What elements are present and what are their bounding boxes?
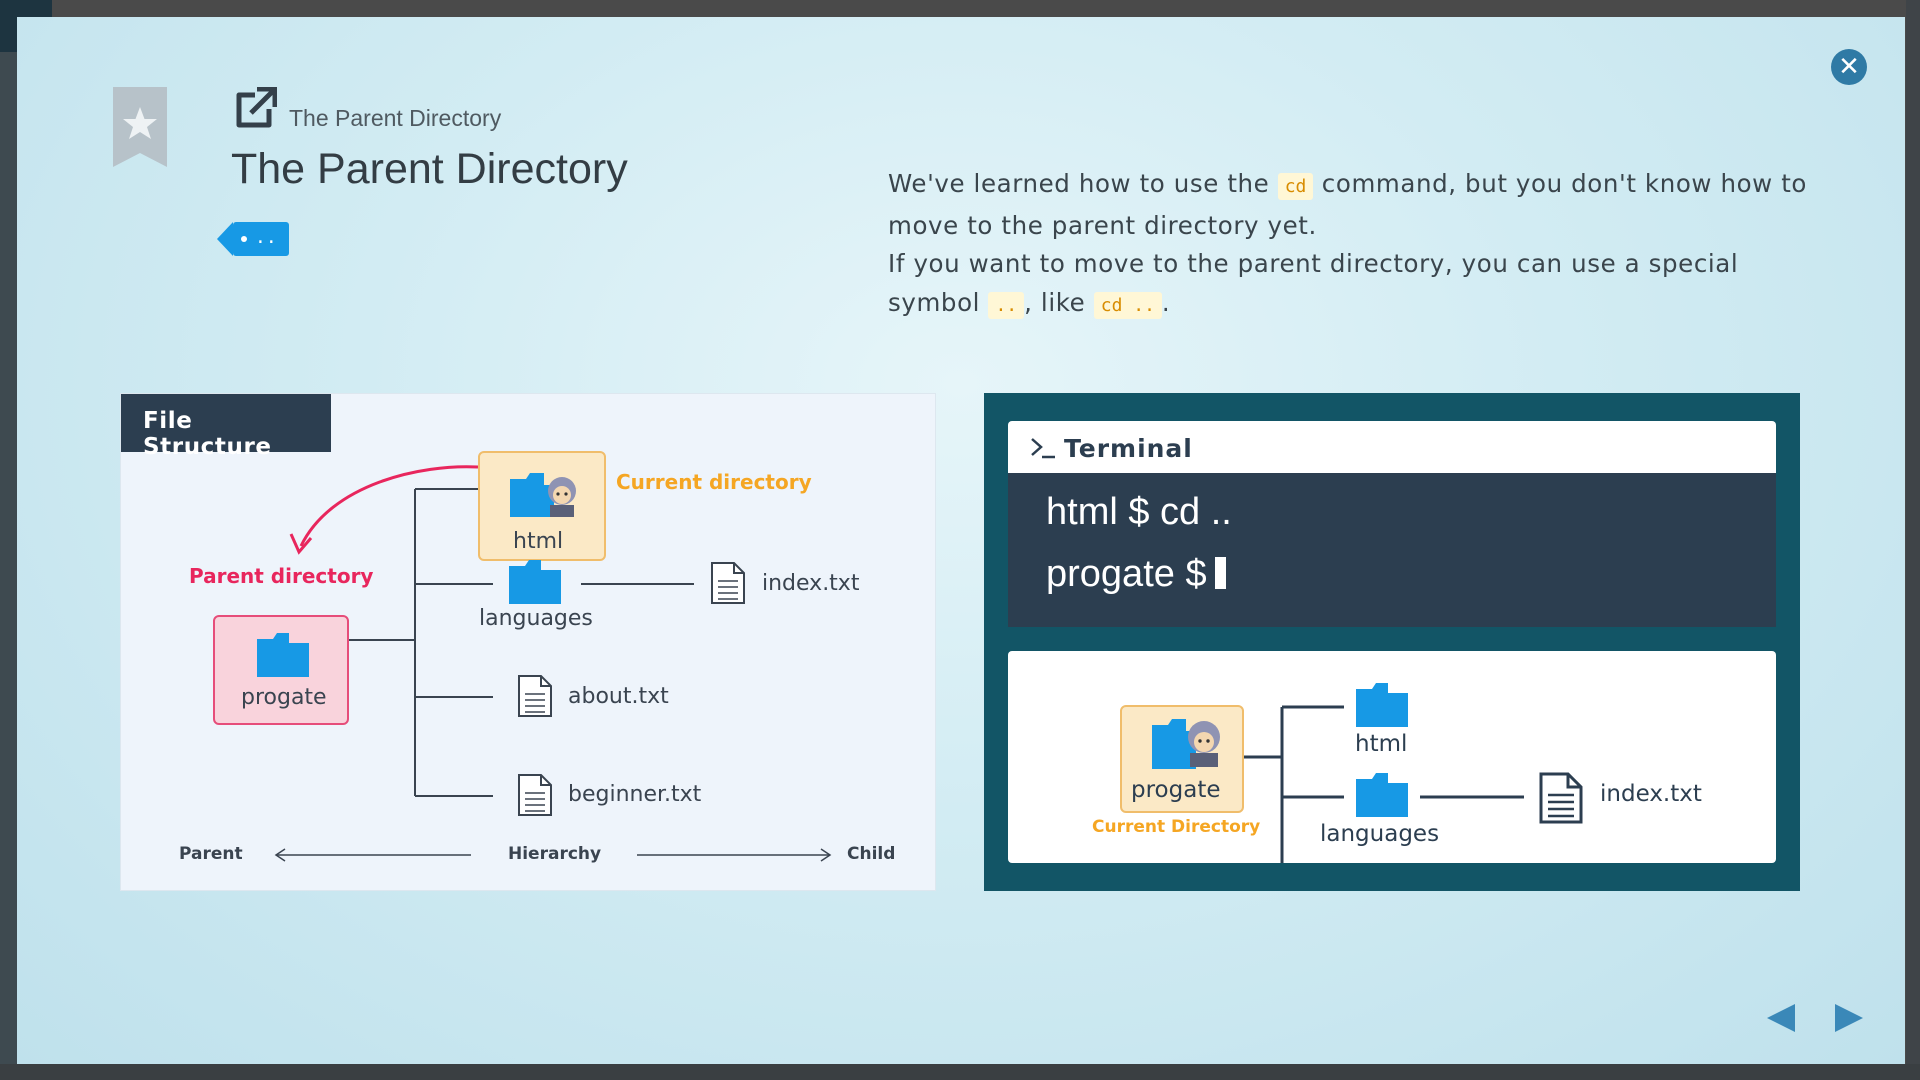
current-directory-label: Current directory <box>616 470 812 494</box>
page-title: The Parent Directory <box>231 145 628 193</box>
terminal-window: Terminal html $ cd .. progate $ <box>1008 421 1776 627</box>
folder-icon <box>509 560 561 604</box>
parent-directory-label: Parent directory <box>189 564 374 588</box>
beginner-file-label: beginner.txt <box>568 782 702 807</box>
backdrop-bottom-bar <box>0 1064 1920 1080</box>
about-file-label: about.txt <box>568 684 669 709</box>
terminal-directory-diagram: progate Current Directory html languages… <box>1008 651 1776 863</box>
file-structure-panel: File Structure html Current directory Pa… <box>120 393 936 891</box>
terminal-prompt-icon <box>1031 438 1055 459</box>
languages-folder-label: languages <box>479 606 593 631</box>
terminal-panel: Terminal html $ cd .. progate $ progate … <box>984 393 1800 891</box>
desc-text: . <box>1161 287 1171 317</box>
folder-icon <box>1356 683 1408 727</box>
progate-folder-box: progate <box>1120 705 1244 813</box>
file-structure-header: File Structure <box>121 394 331 460</box>
keyword-tag: .. <box>217 222 289 256</box>
axis-parent-label: Parent <box>179 844 243 864</box>
desc-text: , like <box>1024 287 1094 317</box>
description: We've learned how to use the cd command,… <box>888 165 1818 325</box>
backdrop-left <box>0 0 18 1080</box>
axis-child-label: Child <box>847 844 896 864</box>
inline-code: cd <box>1277 173 1314 200</box>
progate-folder-label: progate <box>1131 777 1221 803</box>
slide-modal: ✕ The Parent Directory The Parent Direct… <box>17 17 1905 1064</box>
html-folder-box: html <box>478 451 606 561</box>
html-folder-label: html <box>513 529 564 554</box>
triangle-left-icon[interactable] <box>1763 1001 1799 1035</box>
tag-label: .. <box>255 227 277 248</box>
breadcrumb: The Parent Directory <box>289 105 502 131</box>
folder-icon <box>1356 773 1408 817</box>
bookmark-star-icon[interactable] <box>113 87 167 167</box>
terminal-line-1: html $ cd .. <box>1046 491 1232 533</box>
folder-icon <box>257 633 309 677</box>
terminal-title: Terminal <box>1064 434 1193 463</box>
terminal-titlebar: Terminal <box>1008 421 1776 473</box>
triangle-right-icon[interactable] <box>1831 1001 1867 1035</box>
inline-code: .. <box>988 291 1025 319</box>
text-file-icon <box>711 562 745 604</box>
terminal-cursor <box>1214 557 1226 589</box>
inline-code: cd .. <box>1093 291 1162 319</box>
languages-folder-label: languages <box>1320 821 1440 847</box>
axis-hierarchy-label: Hierarchy <box>508 844 602 864</box>
html-folder-label: html <box>1355 731 1408 757</box>
close-icon[interactable]: ✕ <box>1831 49 1867 85</box>
text-file-icon <box>518 774 552 816</box>
backdrop-scrollbar <box>1906 0 1920 1080</box>
desc-text: We've learned how to use the <box>888 169 1278 198</box>
folder-with-ninja-icon <box>1152 719 1220 769</box>
terminal-body: html $ cd .. progate $ <box>1008 473 1776 627</box>
index-file-label: index.txt <box>1600 781 1702 807</box>
external-link-icon[interactable] <box>233 87 277 129</box>
current-directory-label: Current Directory <box>1092 817 1261 837</box>
tag-dot <box>241 236 247 242</box>
text-file-icon <box>1539 772 1583 824</box>
progate-folder-box: progate <box>213 615 349 725</box>
progate-folder-label: progate <box>241 685 327 710</box>
folder-with-ninja-icon <box>510 473 576 517</box>
terminal-line-2-text: progate $ <box>1046 553 1207 595</box>
index-file-label: index.txt <box>762 571 860 596</box>
text-file-icon <box>518 675 552 717</box>
terminal-line-2: progate $ <box>1046 553 1226 596</box>
